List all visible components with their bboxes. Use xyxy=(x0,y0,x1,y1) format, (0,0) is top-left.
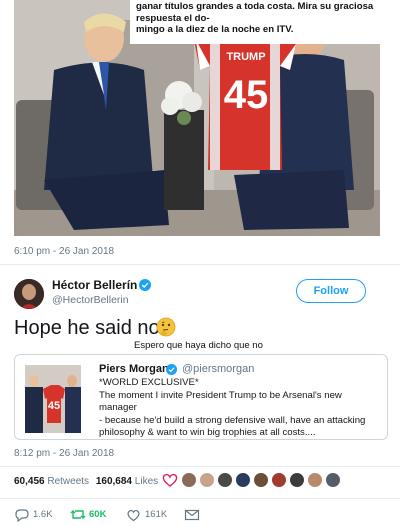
quoted-author-name[interactable]: Piers Morgan xyxy=(99,363,169,375)
divider xyxy=(0,466,400,467)
retweets-count[interactable]: 60,456 xyxy=(14,476,45,487)
tweet-actions: 1.6K 60K 161K xyxy=(14,507,394,523)
thinking-face-icon xyxy=(156,317,176,337)
like-count: 161K xyxy=(145,509,168,520)
quoted-author-handle[interactable]: @piersmorgan xyxy=(182,363,254,375)
photo-timestamp: 6:10 pm - 26 Jan 2018 xyxy=(14,246,115,257)
liker-avatar[interactable] xyxy=(289,472,305,488)
quoted-line-2: The moment I invite President Trump to b… xyxy=(99,389,342,414)
quoted-line-4: philosophy & want to win big trophies at… xyxy=(99,427,316,438)
follow-button[interactable]: Follow xyxy=(296,279,366,303)
liker-avatar[interactable] xyxy=(271,472,287,488)
reply-icon xyxy=(15,509,29,522)
engagement-stats: 60,456 Retweets 160,684 Likes xyxy=(14,476,158,487)
translation-caption: Espero que haya dicho que no xyxy=(134,340,263,351)
retweet-count: 60K xyxy=(89,509,107,520)
likes-label[interactable]: Likes xyxy=(135,476,158,487)
divider xyxy=(0,264,400,265)
avatar[interactable] xyxy=(14,279,44,309)
liker-avatar[interactable] xyxy=(253,472,269,488)
liker-avatar[interactable] xyxy=(307,472,323,488)
divider xyxy=(0,498,400,499)
retweet-icon xyxy=(70,510,86,519)
quoted-tweet-thumbnail[interactable]: 45 xyxy=(25,365,81,433)
shirt-number: 45 xyxy=(224,73,269,117)
verified-badge-icon xyxy=(139,279,151,291)
heart-like-icon xyxy=(162,473,178,487)
quoted-verified-badge-icon xyxy=(166,364,177,375)
tweet-text: Hope he said no xyxy=(14,317,160,339)
reply-count: 1.6K xyxy=(33,509,53,520)
envelope-icon xyxy=(184,509,200,521)
shirt-name: TRUMP xyxy=(226,51,265,63)
photo-caption: ganar títulos grandes a toda costa. Mira… xyxy=(130,0,392,44)
liker-avatar[interactable] xyxy=(325,472,341,488)
retweets-label[interactable]: Retweets xyxy=(47,476,89,487)
caption-line-1: ganar títulos grandes a toda costa. Mira… xyxy=(136,1,374,24)
liker-avatar[interactable] xyxy=(235,472,251,488)
liker-avatar[interactable] xyxy=(181,472,197,488)
quoted-tweet-text: *WORLD EXCLUSIVE* The moment I invite Pr… xyxy=(99,377,379,440)
quoted-line-3: - because he'd build a strong defensive … xyxy=(99,414,366,426)
quoted-line-1: *WORLD EXCLUSIVE* xyxy=(99,377,199,388)
liker-avatar[interactable] xyxy=(217,472,233,488)
likes-count[interactable]: 160,684 xyxy=(96,476,132,487)
author-name[interactable]: Héctor Bellerín xyxy=(52,278,137,292)
caption-line-2: mingo a la diez de la noche en ITV. xyxy=(136,24,294,35)
tweet-timestamp[interactable]: 8:12 pm - 26 Jan 2018 xyxy=(14,448,114,459)
author-handle[interactable]: @HectorBellerin xyxy=(52,294,129,306)
thumbnail-shirt-number: 45 xyxy=(48,400,60,412)
liker-avatar[interactable] xyxy=(199,472,215,488)
heart-icon xyxy=(127,509,140,522)
quoted-tweet[interactable]: 45 Piers Morgan @piersmorgan *WORLD EXCL… xyxy=(14,354,388,440)
